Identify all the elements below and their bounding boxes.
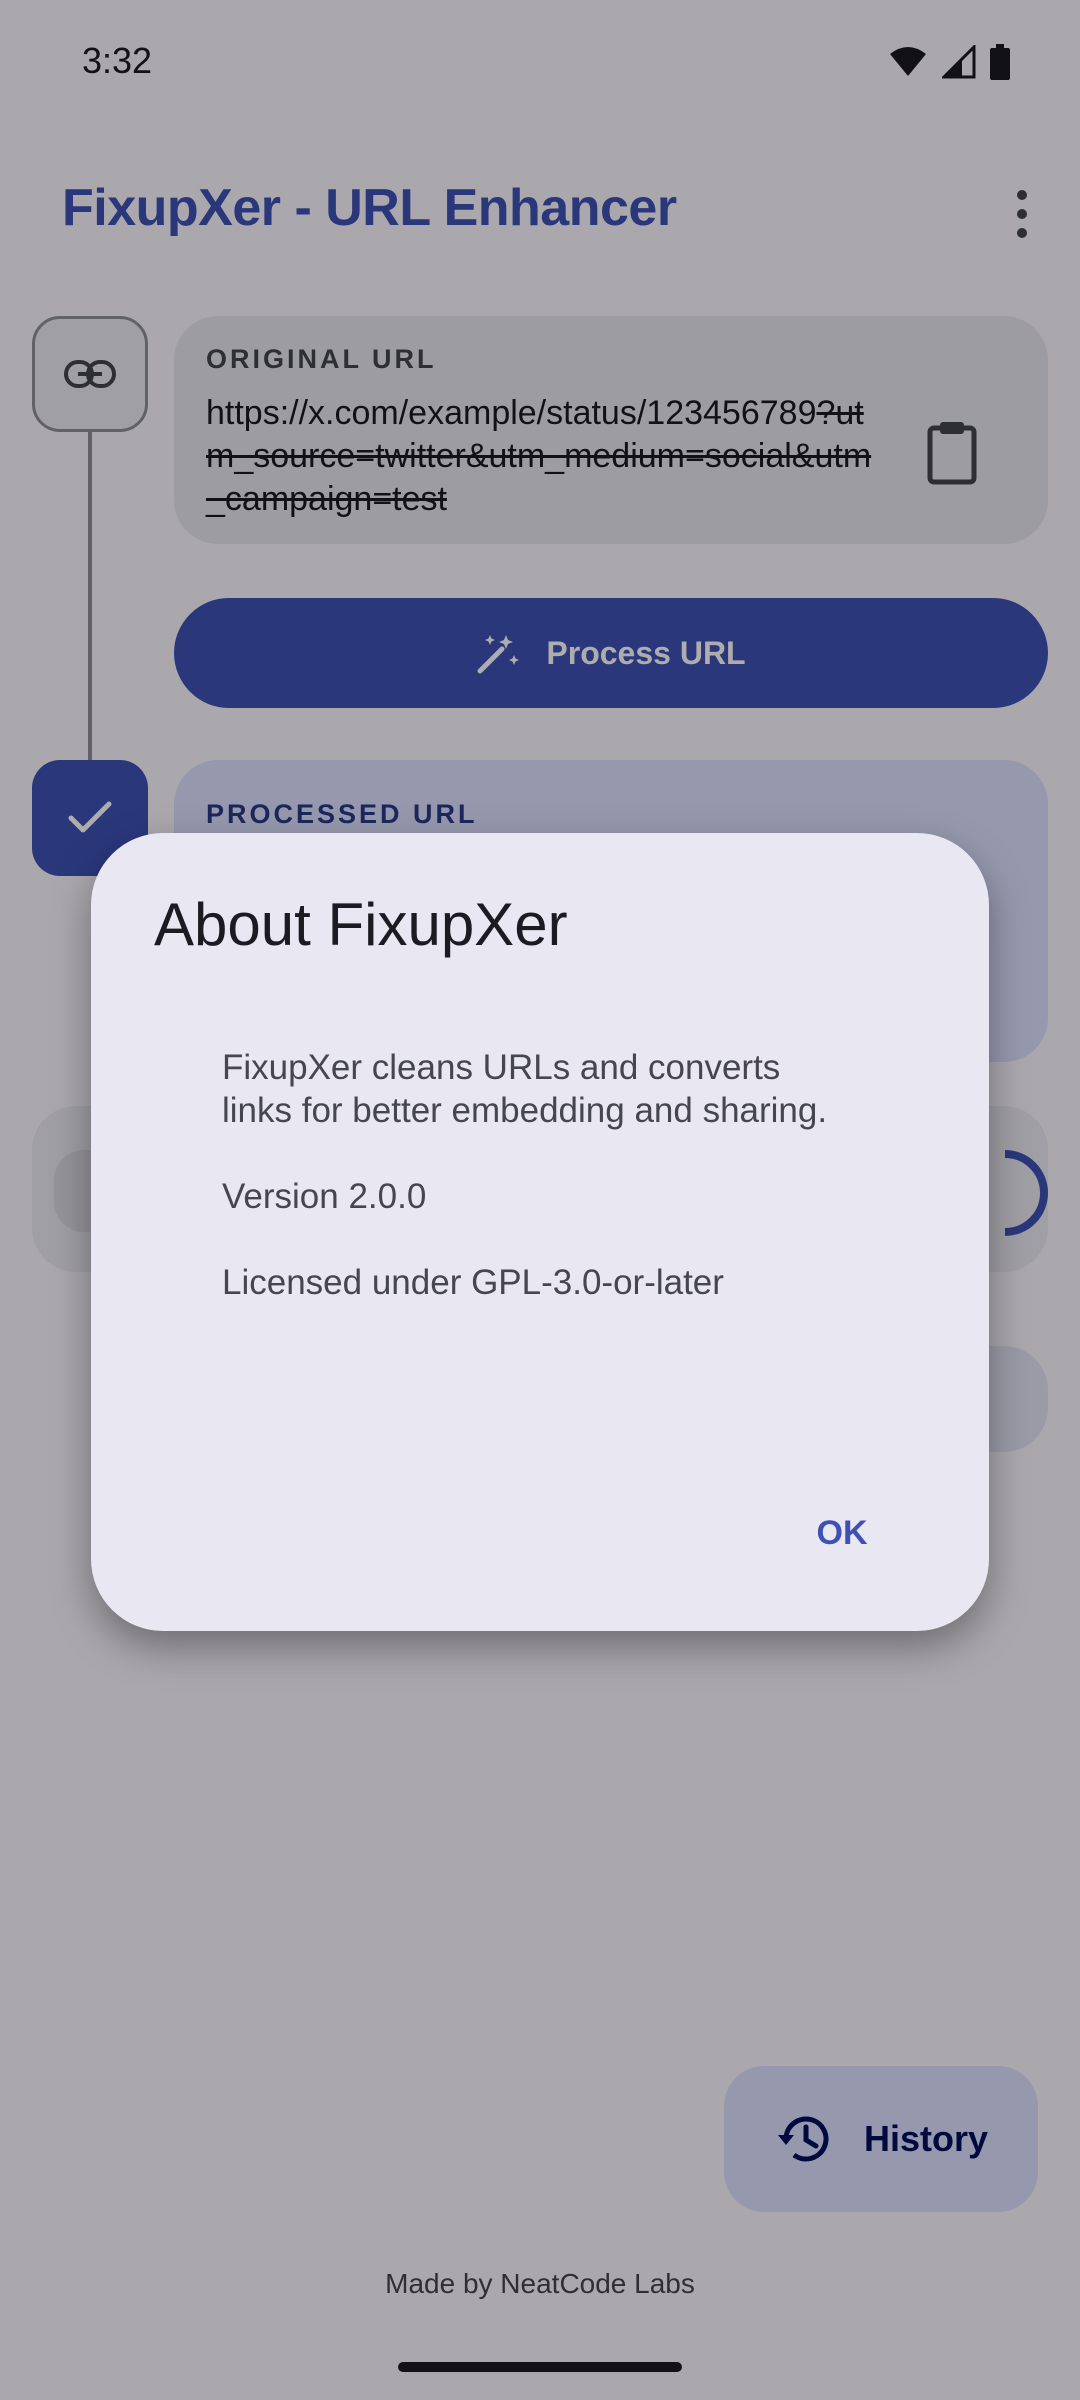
dialog-version: Version 2.0.0 [222, 1177, 427, 1216]
dialog-body: FixupXer cleans URLs and converts links … [222, 1046, 842, 1304]
dialog-title: About FixupXer [154, 891, 568, 958]
ok-button[interactable]: OK [790, 1496, 894, 1570]
dialog-description: FixupXer cleans URLs and converts links … [222, 1048, 828, 1130]
dialog-license: Licensed under GPL-3.0-or-later [222, 1263, 724, 1302]
